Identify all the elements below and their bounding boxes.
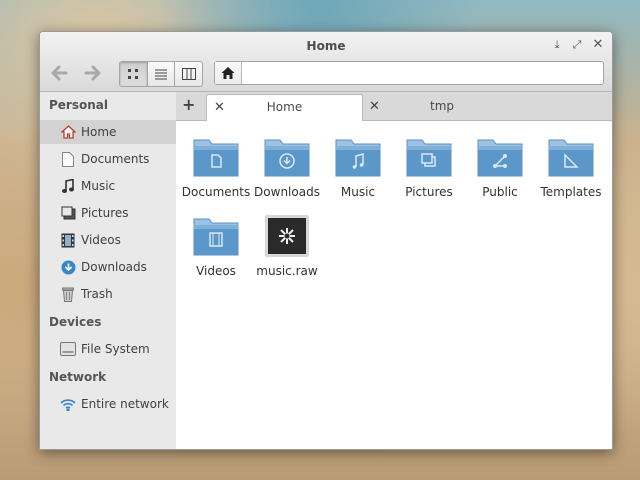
forward-button[interactable] bbox=[82, 64, 104, 82]
sidebar-item-pictures[interactable]: Pictures bbox=[40, 201, 176, 225]
file-item-pictures[interactable]: Pictures bbox=[393, 136, 465, 199]
window-title: Home bbox=[306, 39, 346, 53]
path-bar[interactable] bbox=[214, 61, 604, 85]
sidebar-item-label: Entire network bbox=[81, 397, 169, 411]
sidebar-item-label: File System bbox=[81, 342, 150, 356]
download-icon[interactable]: ⤓ bbox=[550, 38, 564, 52]
back-button[interactable] bbox=[48, 64, 70, 82]
sidebar-item-label: Videos bbox=[81, 233, 121, 247]
file-item-public[interactable]: Public bbox=[464, 136, 536, 199]
file-label: Music bbox=[340, 185, 376, 199]
sidebar-item-entire-network[interactable]: Entire network bbox=[40, 392, 176, 416]
arrow-left-icon bbox=[51, 65, 68, 81]
sidebar-item-home[interactable]: Home bbox=[40, 120, 176, 144]
download-circle-icon bbox=[60, 259, 76, 275]
file-label: Videos bbox=[196, 264, 236, 278]
tab-tmp[interactable]: tmp ✕ bbox=[362, 94, 522, 120]
close-icon[interactable]: ✕ bbox=[591, 38, 605, 52]
file-label: Public bbox=[482, 185, 518, 199]
sidebar-item-label: Documents bbox=[81, 152, 150, 166]
folder-videos-icon bbox=[193, 218, 239, 256]
file-item-templates[interactable]: Templates bbox=[535, 136, 607, 199]
folder-music-icon bbox=[335, 139, 381, 177]
file-manager-window: Home ⤓ ⤢ ✕ Personal Home Documents Music… bbox=[39, 31, 613, 450]
file-item-music[interactable]: Music bbox=[322, 136, 394, 199]
sidebar-item-videos[interactable]: Videos bbox=[40, 228, 176, 252]
sidebar-item-label: Trash bbox=[81, 287, 113, 301]
wifi-icon bbox=[60, 396, 76, 412]
pictures-icon bbox=[60, 205, 76, 221]
raw-file-icon bbox=[265, 215, 309, 257]
file-item-videos[interactable]: Videos bbox=[180, 215, 252, 278]
document-icon bbox=[60, 151, 76, 167]
sidebar-item-label: Pictures bbox=[81, 206, 129, 220]
home-icon bbox=[60, 124, 76, 140]
folder-pictures-icon bbox=[406, 139, 452, 177]
tab-bar: + Home ✕ tmp ✕ bbox=[176, 92, 612, 121]
close-icon[interactable]: ✕ bbox=[369, 99, 380, 114]
section-personal: Personal bbox=[49, 98, 108, 112]
view-switcher bbox=[119, 61, 203, 87]
folder-public-icon bbox=[477, 139, 523, 177]
maximize-icon[interactable]: ⤢ bbox=[570, 38, 584, 52]
film-icon bbox=[60, 232, 76, 248]
sidebar-item-downloads[interactable]: Downloads bbox=[40, 255, 176, 279]
icon-view-button[interactable] bbox=[120, 62, 148, 86]
tab-label: Home bbox=[266, 100, 303, 114]
folder-documents-icon bbox=[193, 139, 239, 177]
tab-home[interactable]: Home ✕ bbox=[206, 94, 363, 121]
music-note-icon bbox=[60, 178, 76, 194]
sidebar-item-music[interactable]: Music bbox=[40, 174, 176, 198]
file-label: Templates bbox=[540, 185, 602, 199]
sidebar-item-label: Home bbox=[81, 125, 117, 139]
file-label: Documents bbox=[181, 185, 251, 199]
breadcrumb-home[interactable] bbox=[215, 62, 242, 84]
grid-icon bbox=[128, 69, 139, 79]
folder-templates-icon bbox=[548, 139, 594, 177]
section-devices: Devices bbox=[49, 315, 102, 329]
arrow-right-icon bbox=[84, 65, 101, 81]
file-item-documents[interactable]: Documents bbox=[180, 136, 252, 199]
trash-icon bbox=[60, 286, 76, 302]
home-icon bbox=[221, 67, 235, 79]
drive-icon bbox=[60, 341, 76, 357]
file-label: Pictures bbox=[405, 185, 453, 199]
file-label: Downloads bbox=[254, 185, 320, 199]
sidebar-item-label: Music bbox=[81, 179, 116, 193]
file-item-music-raw[interactable]: music.raw bbox=[251, 215, 323, 278]
column-view-button[interactable] bbox=[175, 62, 202, 86]
sidebar-item-label: Downloads bbox=[81, 260, 147, 274]
folder-downloads-icon bbox=[264, 139, 310, 177]
close-icon[interactable]: ✕ bbox=[214, 100, 225, 115]
list-icon bbox=[155, 69, 167, 80]
file-label: music.raw bbox=[256, 264, 318, 278]
tab-label: tmp bbox=[429, 99, 454, 113]
sidebar-item-documents[interactable]: Documents bbox=[40, 147, 176, 171]
section-network: Network bbox=[49, 370, 107, 384]
file-item-downloads[interactable]: Downloads bbox=[251, 136, 323, 199]
columns-icon bbox=[181, 68, 196, 80]
sidebar-item-trash[interactable]: Trash bbox=[40, 282, 176, 306]
sidebar: Personal Home Documents Music Pictures V… bbox=[40, 92, 177, 449]
file-view: Documents Downloads Music Pictures Publi… bbox=[176, 121, 612, 449]
new-tab-button[interactable]: + bbox=[182, 95, 195, 114]
titlebar: Home ⤓ ⤢ ✕ bbox=[40, 32, 612, 92]
list-view-button[interactable] bbox=[148, 62, 176, 86]
sidebar-item-file-system[interactable]: File System bbox=[40, 337, 176, 361]
